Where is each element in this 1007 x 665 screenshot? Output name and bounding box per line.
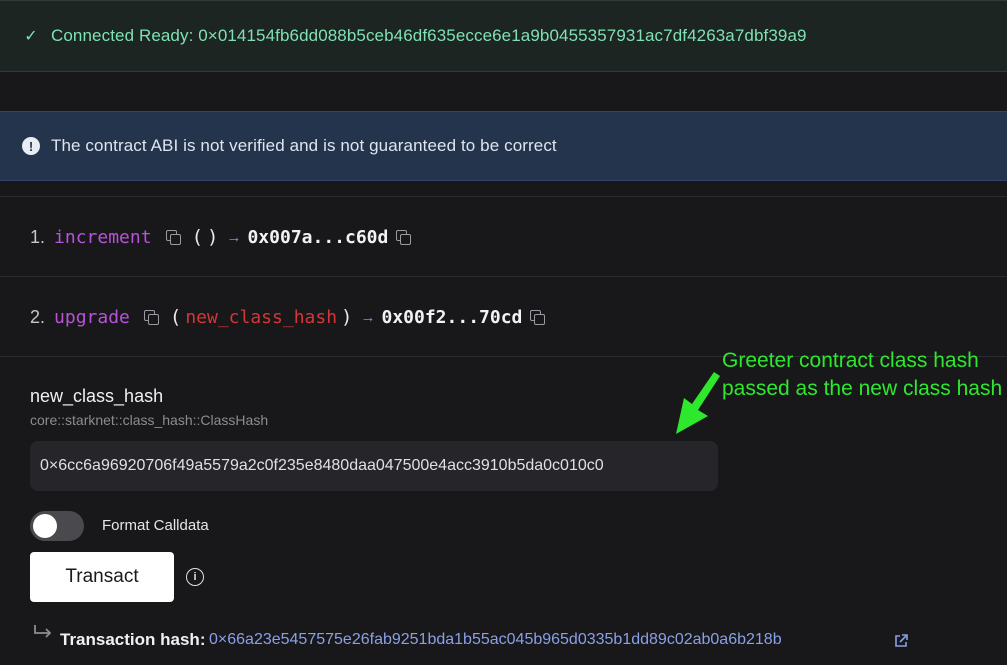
copy-icon[interactable] [396, 230, 412, 245]
annotation-text: Greeter contract class hash passed as th… [722, 349, 1003, 400]
open-paren: ( [191, 226, 204, 248]
function-number: 1. [30, 226, 46, 247]
info-icon[interactable]: i [186, 568, 204, 586]
copy-icon[interactable] [143, 310, 159, 325]
connected-status-alert: ✓ Connected Ready: 0×014154fb6dd088b5ceb… [0, 0, 1007, 72]
copy-icon[interactable] [530, 310, 546, 325]
annotation-arrow-icon [676, 372, 720, 434]
function-selector: 0x00f2...70cd [381, 306, 523, 328]
divider [0, 276, 1007, 277]
transaction-hash-label: Transaction hash: [60, 630, 206, 649]
close-paren: ) [207, 226, 219, 248]
function-number: 2. [30, 306, 46, 327]
abi-warning-alert: ! The contract ABI is not verified and i… [0, 111, 1007, 181]
field-type: core::starknet::class_hash::ClassHash [30, 412, 269, 428]
abi-warning-text: The contract ABI is not verified and is … [51, 136, 557, 155]
function-name[interactable]: upgrade [54, 307, 130, 328]
open-paren: ( [169, 306, 182, 328]
function-name[interactable]: increment [54, 227, 152, 248]
close-paren: ) [341, 306, 353, 328]
corner-down-right-icon [34, 625, 52, 638]
toggle-knob [33, 514, 57, 538]
copy-icon[interactable] [165, 230, 181, 245]
format-calldata-label: Format Calldata [102, 517, 209, 534]
connected-status-text: Connected Ready: 0×014154fb6dd088b5ceb46… [51, 26, 807, 45]
arrow-right-icon: → [226, 228, 242, 246]
transact-button[interactable]: Transact [30, 552, 174, 602]
transaction-hash-link[interactable]: 0×66a23e5457575e26fab9251bda1b55ac045b96… [209, 631, 782, 649]
function-row-increment[interactable]: 1. increment ( ) → 0x007a...c60d [30, 222, 420, 252]
format-calldata-toggle[interactable] [30, 511, 84, 541]
divider [0, 196, 1007, 197]
arrow-right-icon: → [360, 308, 376, 326]
param-name: new_class_hash [185, 306, 338, 328]
function-row-upgrade[interactable]: 2. upgrade ( new_class_hash ) → 0x00f2..… [30, 302, 554, 332]
check-icon: ✓ [24, 28, 38, 45]
field-label: new_class_hash [30, 386, 164, 406]
info-icon: ! [22, 137, 40, 155]
external-link-icon[interactable] [893, 633, 909, 649]
function-selector: 0x007a...c60d [247, 226, 389, 248]
class-hash-input[interactable] [30, 441, 718, 491]
